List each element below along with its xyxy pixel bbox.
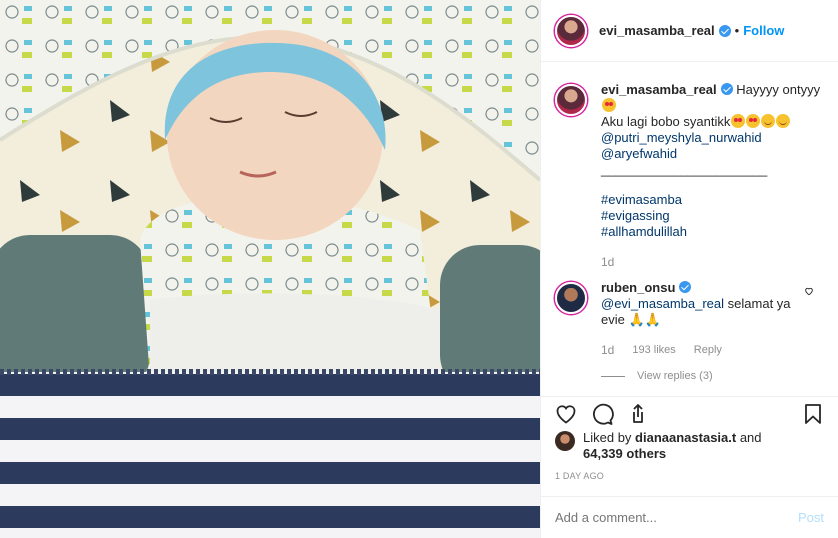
comment-age: 1d [601,343,615,357]
share-icon[interactable] [625,401,651,427]
post-header: evi_masamba_real • Follow [541,0,838,62]
instagram-post: evi_masamba_real • Follow evi_masamba_re… [0,0,838,538]
heart-eyes-emoji-icon [746,114,761,128]
caption-mention-2[interactable]: @aryefwahid [601,146,824,162]
hug-emoji-icon [776,114,791,128]
caption-username[interactable]: evi_masamba_real [601,82,717,97]
separator-dot: • [734,23,740,38]
follow-button[interactable]: Follow [743,23,784,38]
baby-photo-illustration [0,0,540,538]
comment-like-heart-icon[interactable] [804,286,814,296]
hashtag[interactable]: #allhamdulillah [601,224,824,240]
verified-icon [718,24,731,37]
heart-eyes-emoji-icon [602,98,616,112]
post-timestamp[interactable]: 1 DAY AGO [555,471,604,481]
bookmark-icon[interactable] [800,401,826,427]
hashtag[interactable]: #evigassing [601,208,824,224]
author-avatar[interactable] [555,14,587,47]
action-bar [541,396,838,430]
comments-section[interactable]: evi_masamba_real Hayyyy ontyyy Aku lagi … [541,62,838,396]
caption-mention-1[interactable]: @putri_meyshyla_nurwahid [601,130,824,146]
post-photo[interactable] [0,0,540,538]
likes-summary: Liked by dianaanastasia.t and 64,339 oth… [555,430,824,462]
comment-meta: 1d 193 likes Reply [601,342,824,358]
heart-icon[interactable] [553,401,579,427]
heart-eyes-emoji-icon [731,114,746,128]
comment-input[interactable] [555,510,798,525]
caption-text-line1: Hayyyy ontyyy [736,82,821,97]
caption-divider: _______________________ [601,162,768,177]
comment-text: selamat ya [727,296,791,311]
comment: ruben_onsu @evi_masamba_real selamat ya … [555,274,824,384]
caption-age: 1d [601,255,615,269]
caption: evi_masamba_real Hayyyy ontyyy Aku lagi … [555,76,824,270]
post-sidebar: evi_masamba_real • Follow evi_masamba_re… [540,0,838,538]
hashtag[interactable]: #evimasamba [601,192,824,208]
liker-username[interactable]: dianaanastasia.t [635,430,736,445]
view-replies-button[interactable]: View replies (3) [601,368,824,384]
liked-by-prefix: Liked by [583,430,632,445]
verified-icon [679,281,692,293]
liker-avatar[interactable] [555,431,575,451]
comment-mention[interactable]: @evi_masamba_real [601,296,724,311]
commenter-avatar[interactable] [555,282,587,314]
liked-by-and: and [739,430,762,445]
comment-likes[interactable]: 193 likes [632,342,675,358]
post-comment-button[interactable]: Post [798,510,824,525]
author-username[interactable]: evi_masamba_real [599,23,715,38]
liked-by-others[interactable]: 64,339 others [583,446,666,461]
folded-hands-emoji-icon: 🙏🙏 [628,312,661,327]
comment-text-2: evie [601,312,625,327]
commenter-username[interactable]: ruben_onsu [601,280,675,295]
caption-avatar[interactable] [555,84,587,116]
reply-button[interactable]: Reply [694,342,722,358]
add-comment-bar: Post [541,496,838,538]
caption-text-line2: Aku lagi bobo syantikk [601,114,731,129]
comment-icon[interactable] [589,401,615,427]
smile-emoji-icon [761,114,776,128]
verified-icon [720,83,733,95]
